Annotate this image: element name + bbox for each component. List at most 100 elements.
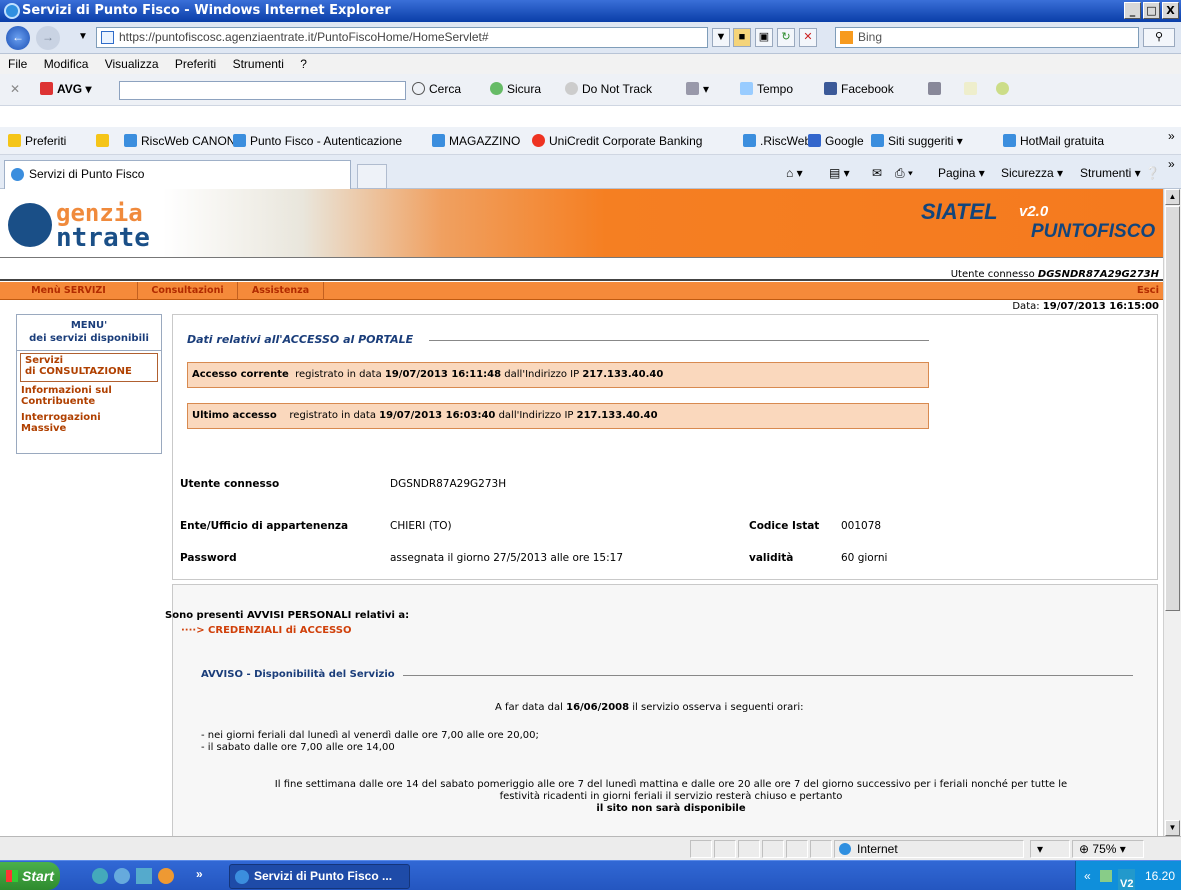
apps-menu[interactable]: ▾ xyxy=(686,82,709,96)
address-toolbar: ← → ▼ https://puntofiscosc.agenziaentrat… xyxy=(0,22,1181,54)
maximize-button[interactable]: □ xyxy=(1143,2,1160,19)
ente-label: Ente/Ufficio di appartenenza xyxy=(180,520,349,532)
media-quicklaunch-icon[interactable] xyxy=(158,868,174,884)
ie-quicklaunch-icon[interactable] xyxy=(92,868,108,884)
menu-servizi-consultazione[interactable]: Servizi di CONSULTAZIONE xyxy=(20,353,158,382)
menu-file[interactable]: File xyxy=(8,57,27,71)
fav-unicredit[interactable]: UniCredit Corporate Banking xyxy=(532,134,702,148)
calculator-icon[interactable] xyxy=(928,82,945,96)
fav-google[interactable]: Google xyxy=(808,134,864,148)
fav-siti-suggeriti[interactable]: Siti suggeriti ▾ xyxy=(871,134,963,148)
lock-icon[interactable]: ■ xyxy=(733,28,751,47)
page-icon xyxy=(101,31,114,44)
ente-value: CHIERI (TO) xyxy=(390,520,452,532)
password-label: Password xyxy=(180,552,237,564)
back-button[interactable]: ← xyxy=(6,26,30,50)
print-icon[interactable]: ⎙ ▾ xyxy=(895,166,913,181)
pagina-menu[interactable]: Pagina ▾ xyxy=(938,166,985,180)
quicklaunch-chevron[interactable]: » xyxy=(196,867,203,881)
scroll-up-arrow-icon[interactable]: ▲ xyxy=(1165,189,1180,205)
mail-icon[interactable]: ✉ xyxy=(872,166,882,180)
menu-preferiti[interactable]: Preferiti xyxy=(175,57,216,71)
new-tab-button[interactable] xyxy=(357,164,387,189)
address-bar[interactable]: https://puntofiscosc.agenziaentrate.it/P… xyxy=(96,27,708,48)
clock[interactable]: 16.20 xyxy=(1145,869,1175,883)
utente-value: DGSNDR87A29G273H xyxy=(390,478,507,490)
more-favorites-icon[interactable]: » xyxy=(1168,129,1175,143)
status-cell xyxy=(690,840,712,858)
protected-mode-icon[interactable]: ▾ xyxy=(1030,840,1070,858)
do-not-track-button[interactable]: Do Not Track xyxy=(565,82,652,96)
address-dropdown-icon[interactable]: ▼ xyxy=(712,28,730,47)
fav-riscweb-canoni[interactable]: RiscWeb CANONI xyxy=(124,134,239,148)
forward-button[interactable]: → xyxy=(36,26,60,50)
scroll-thumb[interactable] xyxy=(1165,206,1180,611)
ie-icon xyxy=(432,134,445,147)
taskbar-item-punto-fisco[interactable]: Servizi di Punto Fisco ... xyxy=(229,864,410,889)
facebook-button[interactable]: Facebook xyxy=(824,82,894,96)
tab-servizi-punto-fisco[interactable]: Servizi di Punto Fisco xyxy=(4,160,351,189)
menu-strumenti[interactable]: Strumenti xyxy=(233,57,284,71)
magnifier-icon[interactable] xyxy=(996,82,1013,96)
tray-expand-chevron[interactable]: « xyxy=(1084,861,1091,890)
window-titlebar: Servizi di Punto Fisco - Windows Interne… xyxy=(0,0,1181,22)
fav-magazzino[interactable]: MAGAZZINO xyxy=(432,134,520,148)
credenziali-link[interactable]: ····> CREDENZIALI di ACCESSO xyxy=(181,625,351,636)
zoom-icon: ⊕ xyxy=(1079,842,1090,856)
back-quicklaunch-icon[interactable] xyxy=(114,868,130,884)
stop-icon[interactable]: ✕ xyxy=(799,28,817,47)
more-commands-icon[interactable]: » xyxy=(1168,157,1175,171)
fav-riscweb[interactable]: .RiscWeb xyxy=(743,134,811,148)
search-box[interactable]: Bing xyxy=(835,27,1139,48)
preferiti-button[interactable]: Preferiti xyxy=(8,134,66,148)
start-button[interactable]: Start xyxy=(0,862,60,890)
divider xyxy=(429,340,929,341)
menu-visualizza[interactable]: Visualizza xyxy=(105,57,159,71)
nav-consultazioni[interactable]: Consultazioni xyxy=(138,282,238,300)
pencil-icon[interactable] xyxy=(964,82,981,96)
add-favorite-icon[interactable] xyxy=(96,134,113,148)
fav-hotmail[interactable]: HotMail gratuita xyxy=(1003,134,1104,148)
refresh-icon[interactable]: ↻ xyxy=(777,28,795,47)
avg-search-input[interactable] xyxy=(119,81,406,100)
avg-menu[interactable]: AVG ▾ xyxy=(40,82,91,96)
menu-interrogazioni-massive[interactable]: Interrogazioni Massive xyxy=(17,411,161,438)
zone-indicator[interactable]: Internet xyxy=(834,840,1024,858)
scroll-down-arrow-icon[interactable]: ▼ xyxy=(1165,820,1180,836)
ie-icon xyxy=(235,870,249,884)
search-button-icon[interactable]: ⚲ xyxy=(1143,28,1175,47)
sicura-button[interactable]: Sicura xyxy=(490,82,541,96)
avviso-legend: AVVISO - Disponibilità del Servizio xyxy=(201,669,395,680)
star-icon xyxy=(8,134,21,147)
close-toolbar-icon[interactable]: ✕ xyxy=(10,82,20,96)
menu-modifica[interactable]: Modifica xyxy=(44,57,89,71)
history-dropdown-icon[interactable]: ▼ xyxy=(78,31,88,42)
menu-informazioni-contribuente[interactable]: Informazioni sul Contribuente xyxy=(17,384,161,411)
zoom-control[interactable]: ⊕ 75% ▾ xyxy=(1072,840,1144,858)
compatibility-icon[interactable]: ▣ xyxy=(755,28,773,47)
nav-assistenza[interactable]: Assistenza xyxy=(238,282,324,300)
password-value: assegnata il giorno 27/5/2013 alle ore 1… xyxy=(390,552,624,564)
connected-user-line: Utente connesso DGSNDR87A29G273H xyxy=(0,257,1163,281)
close-button[interactable]: X xyxy=(1162,2,1179,19)
tempo-button[interactable]: Tempo xyxy=(740,82,793,96)
ie-icon xyxy=(233,134,246,147)
fav-punto-fisco[interactable]: Punto Fisco - Autenticazione xyxy=(233,134,402,148)
nav-menu-servizi[interactable]: Menù SERVIZI xyxy=(0,282,138,300)
cerca-button[interactable]: Cerca xyxy=(412,82,461,96)
vc-icon[interactable]: V2 xyxy=(1118,869,1136,890)
feeds-icon[interactable]: ▤ ▾ xyxy=(829,166,850,180)
help-icon[interactable]: ❔ xyxy=(1145,166,1160,180)
search-placeholder: Bing xyxy=(858,30,883,44)
utente-label: Utente connesso xyxy=(180,478,280,490)
menu-help[interactable]: ? xyxy=(300,57,307,71)
minimize-button[interactable]: _ xyxy=(1124,2,1141,19)
date-line: Data: 19/07/2013 16:15:00 xyxy=(1012,301,1159,312)
strumenti-menu[interactable]: Strumenti ▾ xyxy=(1080,166,1141,180)
sicurezza-menu[interactable]: Sicurezza ▾ xyxy=(1001,166,1063,180)
vertical-scrollbar[interactable]: ▲ ▼ xyxy=(1163,189,1181,836)
home-icon[interactable]: ⌂ ▾ xyxy=(786,166,803,180)
logout-link[interactable]: Esci xyxy=(1137,285,1159,296)
network-icon[interactable] xyxy=(1100,870,1112,882)
desktop-quicklaunch-icon[interactable] xyxy=(136,868,152,884)
